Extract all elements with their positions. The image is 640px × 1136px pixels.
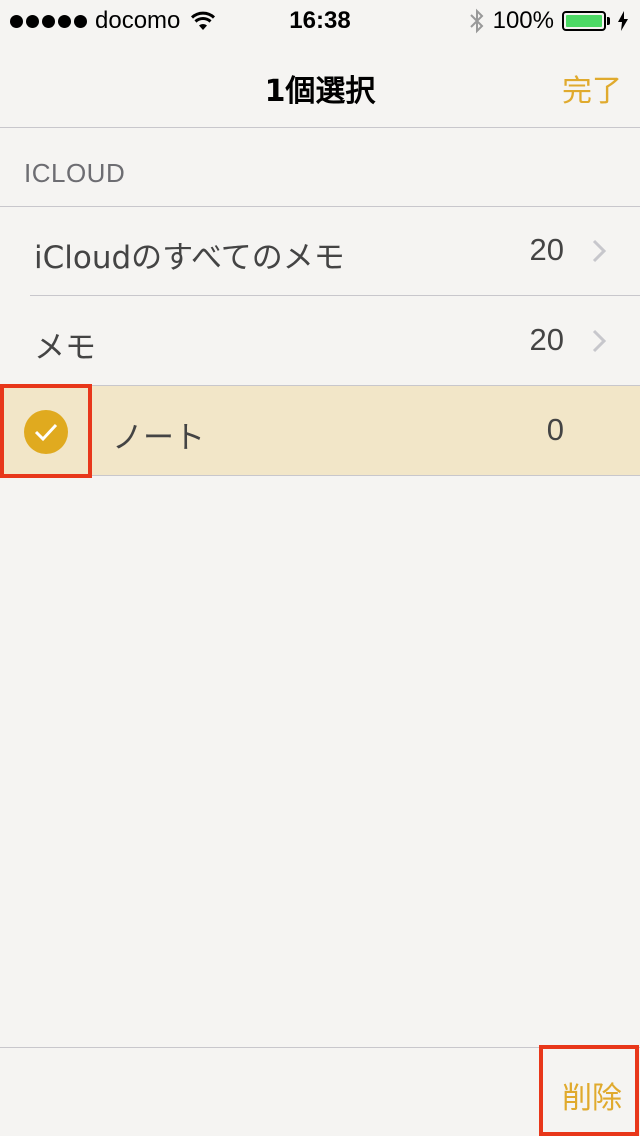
status-right: 100% [469,7,628,35]
chevron-right-icon [592,239,607,263]
folder-label: ノート [112,420,205,456]
done-button[interactable]: 完了 [562,66,622,110]
folder-row-note[interactable]: ノート 0 [0,386,640,476]
folder-count: 0 [546,412,564,447]
bluetooth-icon [469,8,484,34]
chevron-right-icon [592,329,607,353]
section-header: ICLOUD [24,158,126,188]
navigation-bar: 1個選択 完了 [0,40,640,128]
checkmark-highlight [0,384,92,478]
folder-label: iCloudのすべてのメモ [34,240,345,276]
charging-bolt-icon [618,11,628,31]
folder-row-all-icloud[interactable]: iCloudのすべてのメモ 20 [0,206,640,296]
folder-row-memo[interactable]: メモ 20 [0,296,640,386]
status-bar: docomo 16:38 100% [0,0,640,40]
folder-label: メモ [34,330,96,366]
battery-percent: 100% [492,7,554,34]
divider [0,475,640,476]
page-title: 1個選択 [264,74,376,109]
folder-count: 20 [529,322,564,357]
delete-highlight [539,1045,639,1136]
battery-icon [562,11,610,31]
folder-count: 20 [529,232,564,267]
